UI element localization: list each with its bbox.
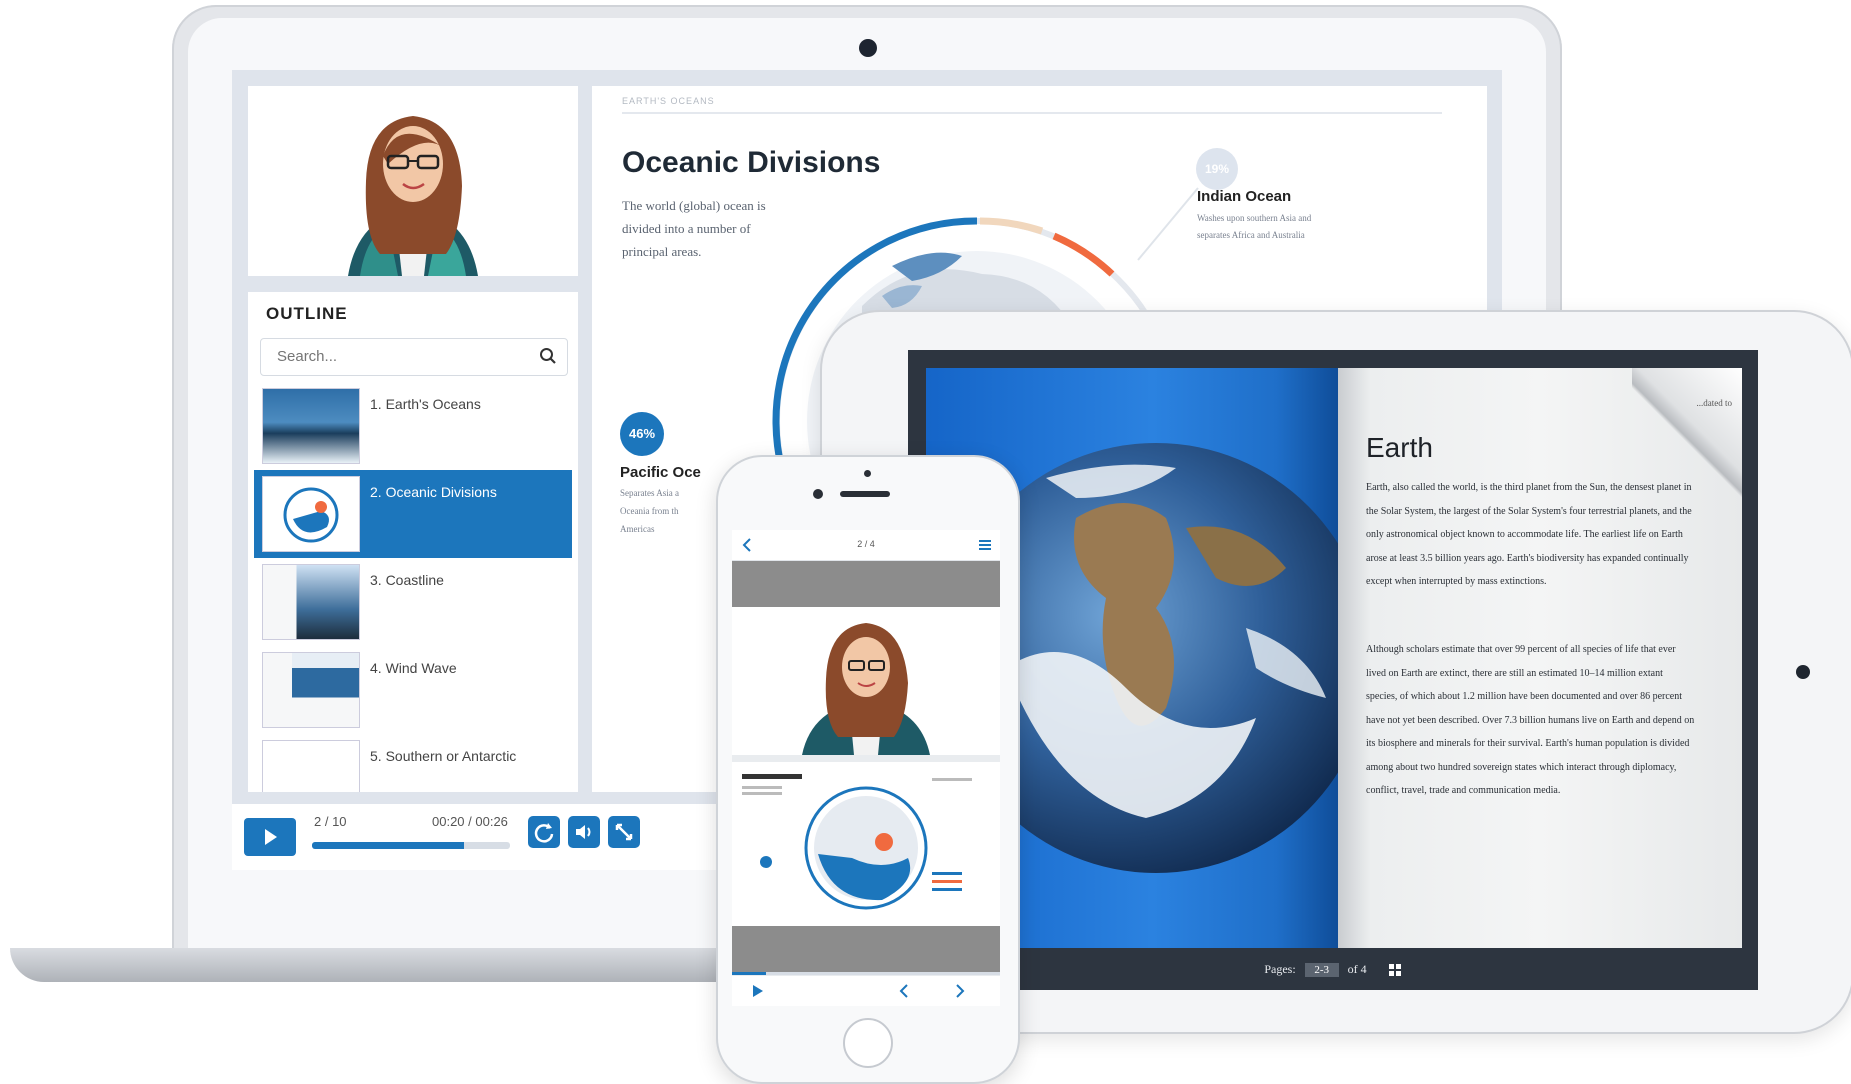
laptop-camera bbox=[859, 39, 877, 57]
outline-panel: OUTLINE 1. Earth's Oceans 2. Oceanic Div… bbox=[248, 292, 578, 792]
page-total: of 4 bbox=[1347, 962, 1367, 976]
pacific-ocean-title: Pacific Oce bbox=[620, 464, 701, 481]
callout-line bbox=[1137, 187, 1199, 261]
tablet-screen: ...dated to Earth Earth, also called the… bbox=[908, 350, 1758, 990]
pacific-ocean-percent-badge: 46% bbox=[620, 412, 664, 456]
ocean-divisions-thumbnail bbox=[742, 774, 972, 910]
book-right-page: ...dated to Earth Earth, also called the… bbox=[1338, 368, 1742, 948]
indian-ocean-desc: Washes upon southern Asia and separates … bbox=[1197, 213, 1312, 240]
slide-thumbnail bbox=[262, 740, 360, 792]
slide-breadcrumb: EARTH'S OCEANS bbox=[622, 96, 715, 106]
outline-item-label: 3. Coastline bbox=[370, 572, 444, 588]
volume-icon bbox=[576, 825, 591, 839]
next-icon[interactable] bbox=[954, 983, 966, 999]
outline-item-southern-antarctic[interactable]: 5. Southern or Antarctic bbox=[254, 734, 572, 792]
search-icon[interactable] bbox=[539, 347, 557, 365]
play-icon bbox=[265, 829, 277, 845]
page-number-input[interactable]: 2-3 bbox=[1304, 963, 1339, 978]
grid-view-icon[interactable] bbox=[1388, 963, 1402, 977]
outline-title: OUTLINE bbox=[266, 304, 348, 323]
phone-slide-counter: 2 / 4 bbox=[857, 539, 875, 549]
curl-text: ...dated to bbox=[1696, 398, 1733, 408]
slide-thumbnail bbox=[262, 476, 360, 552]
slide-counter: 2 / 10 bbox=[314, 814, 347, 829]
phone-screen: 2 / 4 bbox=[732, 530, 1000, 1006]
slide-thumbnail bbox=[262, 652, 360, 728]
phone-presenter-video[interactable] bbox=[732, 607, 1000, 755]
progress-bar[interactable] bbox=[312, 842, 510, 849]
phone-speaker bbox=[840, 491, 890, 497]
presenter-video[interactable] bbox=[248, 86, 578, 276]
phone-progress-bar[interactable] bbox=[732, 972, 1000, 975]
indian-ocean-percent-badge: 19% bbox=[1196, 148, 1238, 190]
presenter-avatar bbox=[348, 116, 478, 276]
outline-item-label: 1. Earth's Oceans bbox=[370, 396, 481, 412]
divider bbox=[622, 112, 1442, 114]
replay-icon bbox=[534, 823, 554, 843]
outline-item-label: 2. Oceanic Divisions bbox=[370, 484, 497, 500]
replay-button[interactable] bbox=[528, 816, 560, 848]
slide-thumbnail bbox=[262, 564, 360, 640]
presenter-avatar bbox=[802, 623, 930, 755]
outline-item-label: 4. Wind Wave bbox=[370, 660, 457, 676]
phone-spacer bbox=[732, 926, 1000, 972]
book-footer: Pages: 2-3 of 4 bbox=[908, 962, 1758, 990]
phone-home-button[interactable] bbox=[843, 1018, 893, 1068]
progress-fill bbox=[312, 842, 465, 849]
outline-item-earths-oceans[interactable]: 1. Earth's Oceans bbox=[254, 382, 572, 470]
book-paragraph-2: Although scholars estimate that over 99 … bbox=[1366, 644, 1695, 796]
expand-icon bbox=[615, 823, 633, 841]
outline-item-oceanic-divisions[interactable]: 2. Oceanic Divisions bbox=[254, 470, 572, 558]
slide-thumbnail bbox=[262, 388, 360, 464]
outline-item-label: 5. Southern or Antarctic bbox=[370, 748, 517, 764]
indian-ocean-title: Indian Ocean bbox=[1197, 188, 1292, 205]
phone-slide-preview bbox=[732, 762, 1000, 926]
tablet-camera bbox=[1796, 665, 1810, 679]
play-icon[interactable] bbox=[752, 984, 764, 998]
pacific-ocean-desc: Separates Asia a Oceania from th America… bbox=[620, 488, 679, 534]
play-button[interactable] bbox=[244, 818, 296, 856]
phone-sensor bbox=[864, 470, 871, 477]
outline-item-wind-wave[interactable]: 4. Wind Wave bbox=[254, 646, 572, 734]
fullscreen-button[interactable] bbox=[608, 816, 640, 848]
search-box[interactable] bbox=[260, 338, 568, 376]
phone-top-bar: 2 / 4 bbox=[732, 530, 1000, 561]
phone-bottom-bar bbox=[732, 976, 1000, 1006]
phone-progress-fill bbox=[732, 972, 766, 975]
previous-icon[interactable] bbox=[898, 983, 910, 999]
pages-label: Pages: bbox=[1264, 962, 1296, 976]
phone-camera bbox=[813, 489, 823, 499]
phone-spacer bbox=[732, 561, 1000, 607]
book-title: Earth bbox=[1366, 432, 1433, 463]
time-readout: 00:20 / 00:26 bbox=[432, 814, 508, 829]
book-paragraph-1: Earth, also called the world, is the thi… bbox=[1366, 482, 1692, 587]
search-input[interactable] bbox=[275, 347, 519, 366]
outline-item-coastline[interactable]: 3. Coastline bbox=[254, 558, 572, 646]
menu-icon[interactable] bbox=[978, 538, 992, 552]
slide-title: Oceanic Divisions bbox=[622, 146, 881, 179]
volume-button[interactable] bbox=[568, 816, 600, 848]
